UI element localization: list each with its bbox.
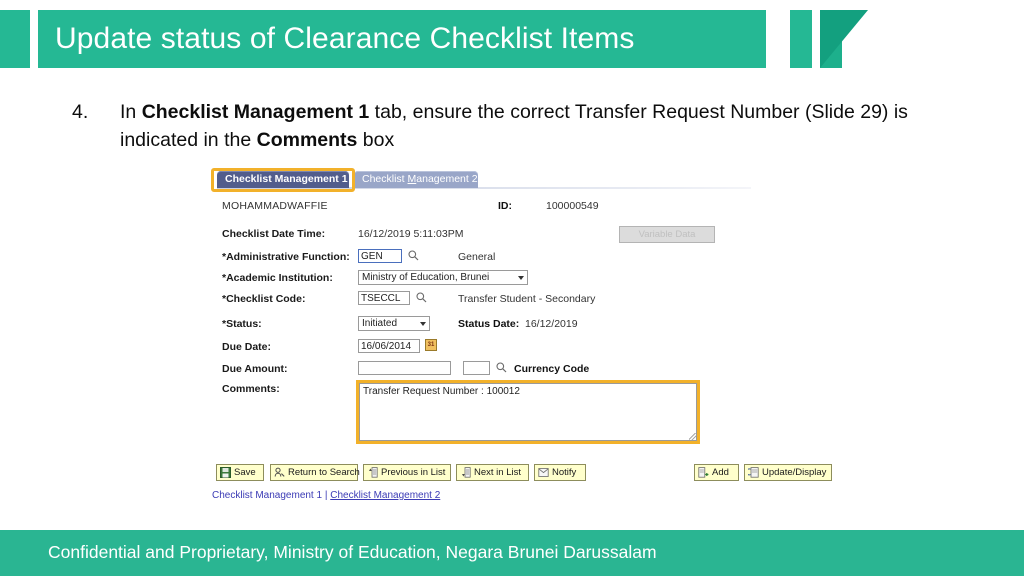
add-button-label: Add <box>712 467 729 478</box>
comments-highlight-annotation: Transfer Request Number : 100012 <box>356 380 700 444</box>
header-accent-trapezoid <box>820 10 868 68</box>
instruction-block: 4. In Checklist Management 1 tab, ensure… <box>72 98 952 154</box>
chevron-down-icon <box>518 276 524 280</box>
next-in-list-button-label: Next in List <box>474 467 521 478</box>
save-button-label: Save <box>234 467 256 478</box>
page-footer-links: Checklist Management 1 | Checklist Manag… <box>212 490 440 501</box>
checklist-date-time-value: 16/12/2019 5:11:03PM <box>358 228 464 240</box>
tab-2-label-post: anagement 2 <box>416 173 478 185</box>
calendar-icon[interactable]: 31 <box>425 339 437 351</box>
chevron-down-icon <box>420 322 426 326</box>
next-in-list-button[interactable]: Next in List <box>456 464 529 481</box>
save-icon <box>220 467 231 478</box>
previous-in-list-button-label: Previous in List <box>381 467 446 478</box>
academic-institution-select[interactable]: Ministry of Education, Brunei <box>358 270 528 285</box>
notify-button[interactable]: Notify <box>534 464 586 481</box>
notify-icon <box>538 467 549 478</box>
checklist-code-description: Transfer Student - Secondary <box>458 293 596 305</box>
footer-text: Confidential and Proprietary, Ministry o… <box>48 542 657 562</box>
currency-code-text: Currency Code <box>514 363 590 375</box>
administrative-function-label: *Administrative Function: <box>222 251 350 263</box>
tab-2-accelerator: M <box>407 173 417 185</box>
administrative-function-lookup-icon[interactable] <box>408 250 419 261</box>
status-select[interactable]: Initiated <box>358 316 430 331</box>
due-amount-input[interactable] <box>358 361 451 375</box>
footer-bar: Confidential and Proprietary, Ministry o… <box>0 530 1024 576</box>
checklist-code-lookup-icon[interactable] <box>416 292 427 303</box>
currency-code-lookup-icon[interactable] <box>496 362 507 373</box>
id-value: 100000549 <box>546 200 599 212</box>
footer-link-checklist-management-1[interactable]: Checklist Management 1 <box>212 490 322 501</box>
due-amount-label: Due Amount: <box>222 363 288 375</box>
previous-in-list-button[interactable]: Previous in List <box>363 464 451 481</box>
tab-checklist-management-2[interactable]: Checklist Management 2 <box>354 171 478 188</box>
student-name: MOHAMMADWAFFIE <box>222 200 328 212</box>
add-icon <box>698 467 709 478</box>
footer-link-separator: | <box>322 490 331 501</box>
instruction-part-3: box <box>357 129 395 151</box>
header-accent-bar-1 <box>790 10 812 68</box>
variable-data-button[interactable]: Variable Data <box>619 226 715 243</box>
page-title: Update status of Clearance Checklist Ite… <box>55 22 635 55</box>
status-date-label: Status Date: <box>458 318 520 330</box>
return-to-search-icon <box>274 467 285 478</box>
return-to-search-button[interactable]: Return to Search <box>270 464 360 481</box>
administrative-function-input[interactable]: GEN <box>358 249 402 263</box>
status-value: Initiated <box>362 318 398 329</box>
notify-button-label: Notify <box>552 467 577 478</box>
instruction-bold-2: Comments <box>256 129 358 151</box>
due-date-input[interactable]: 16/06/2014 <box>358 339 420 353</box>
instruction-text: In Checklist Management 1 tab, ensure th… <box>120 98 952 154</box>
instruction-part-1: In <box>120 101 142 123</box>
resize-handle-icon[interactable] <box>689 433 696 440</box>
tab-checklist-management-1[interactable]: Checklist Management 1 <box>217 171 349 188</box>
footer-link-checklist-management-2[interactable]: Checklist Management 2 <box>330 490 440 501</box>
checklist-code-label: *Checklist Code: <box>222 293 306 305</box>
return-to-search-button-label: Return to Search <box>288 467 360 478</box>
update-display-icon <box>748 467 759 478</box>
academic-institution-label: *Academic Institution: <box>222 272 333 284</box>
next-in-list-icon <box>460 467 471 478</box>
checklist-code-input[interactable]: TSECCL <box>358 291 410 305</box>
update-display-button[interactable]: Update/Display <box>744 464 832 481</box>
header-banner: Update status of Clearance Checklist Ite… <box>0 10 1024 68</box>
due-date-label: Due Date: <box>222 341 272 353</box>
add-button[interactable]: Add <box>694 464 739 481</box>
comments-textarea[interactable]: Transfer Request Number : 100012 <box>359 383 697 441</box>
header-accent-block-left <box>0 10 30 68</box>
peoplesoft-screenshot: Checklist Management 1 Checklist Managem… <box>208 168 848 516</box>
comments-label: Comments: <box>222 383 280 395</box>
previous-in-list-icon <box>367 467 378 478</box>
tab-bar: Checklist Management 1 Checklist Managem… <box>208 168 848 192</box>
currency-code-input[interactable] <box>463 361 490 375</box>
status-label: *Status: <box>222 318 262 330</box>
administrative-function-description: General <box>458 251 496 263</box>
tab-2-label-pre: Checklist <box>362 173 408 185</box>
id-label: ID: <box>498 200 512 212</box>
update-display-button-label: Update/Display <box>762 467 827 478</box>
status-date-value: 16/12/2019 <box>525 318 578 330</box>
save-button[interactable]: Save <box>216 464 264 481</box>
checklist-date-time-label: Checklist Date Time: <box>222 228 326 240</box>
instruction-number: 4. <box>72 101 89 123</box>
academic-institution-value: Ministry of Education, Brunei <box>362 272 490 283</box>
instruction-bold-1: Checklist Management 1 <box>141 101 370 123</box>
